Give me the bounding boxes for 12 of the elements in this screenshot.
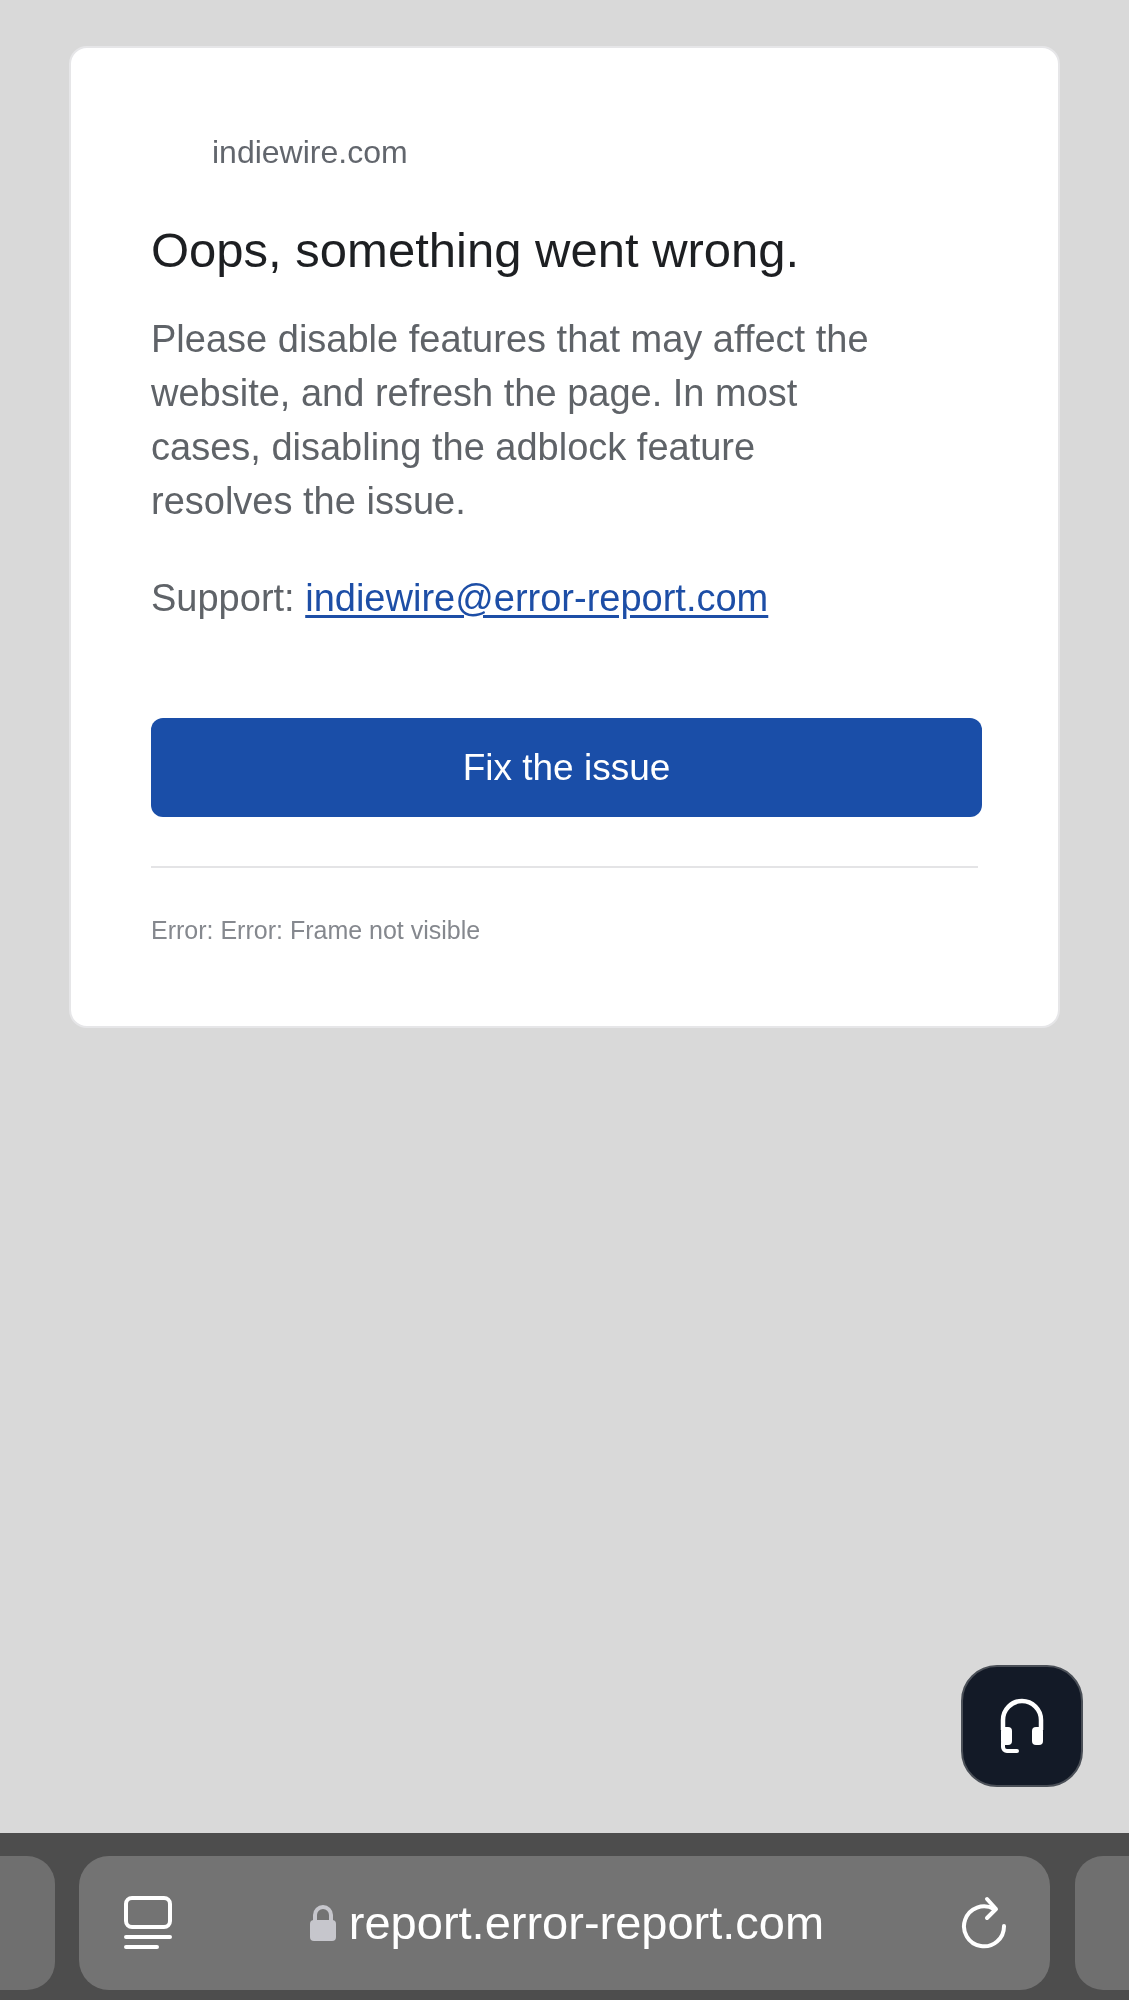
error-title: Oops, something went wrong.: [151, 222, 801, 278]
support-line: Support: indiewire@error-report.com: [151, 576, 770, 621]
fix-issue-button[interactable]: Fix the issue: [151, 718, 982, 817]
support-email-link[interactable]: indiewire@error-report.com: [305, 577, 769, 619]
address-bar[interactable]: report.error-report.com: [79, 1856, 1050, 1990]
url-text: report.error-report.com: [348, 1895, 825, 1951]
tab-list-icon[interactable]: [123, 1895, 173, 1951]
support-button[interactable]: [961, 1665, 1083, 1787]
error-details: Error: Error: Frame not visible: [151, 915, 482, 946]
error-message: Please disable features that may affect the website, and refresh the page. In most cases, disabling the adblock feature resolves the issue.: [151, 317, 870, 524]
lock-icon: [308, 1904, 337, 1942]
site-name: indiewire.com: [212, 133, 409, 172]
